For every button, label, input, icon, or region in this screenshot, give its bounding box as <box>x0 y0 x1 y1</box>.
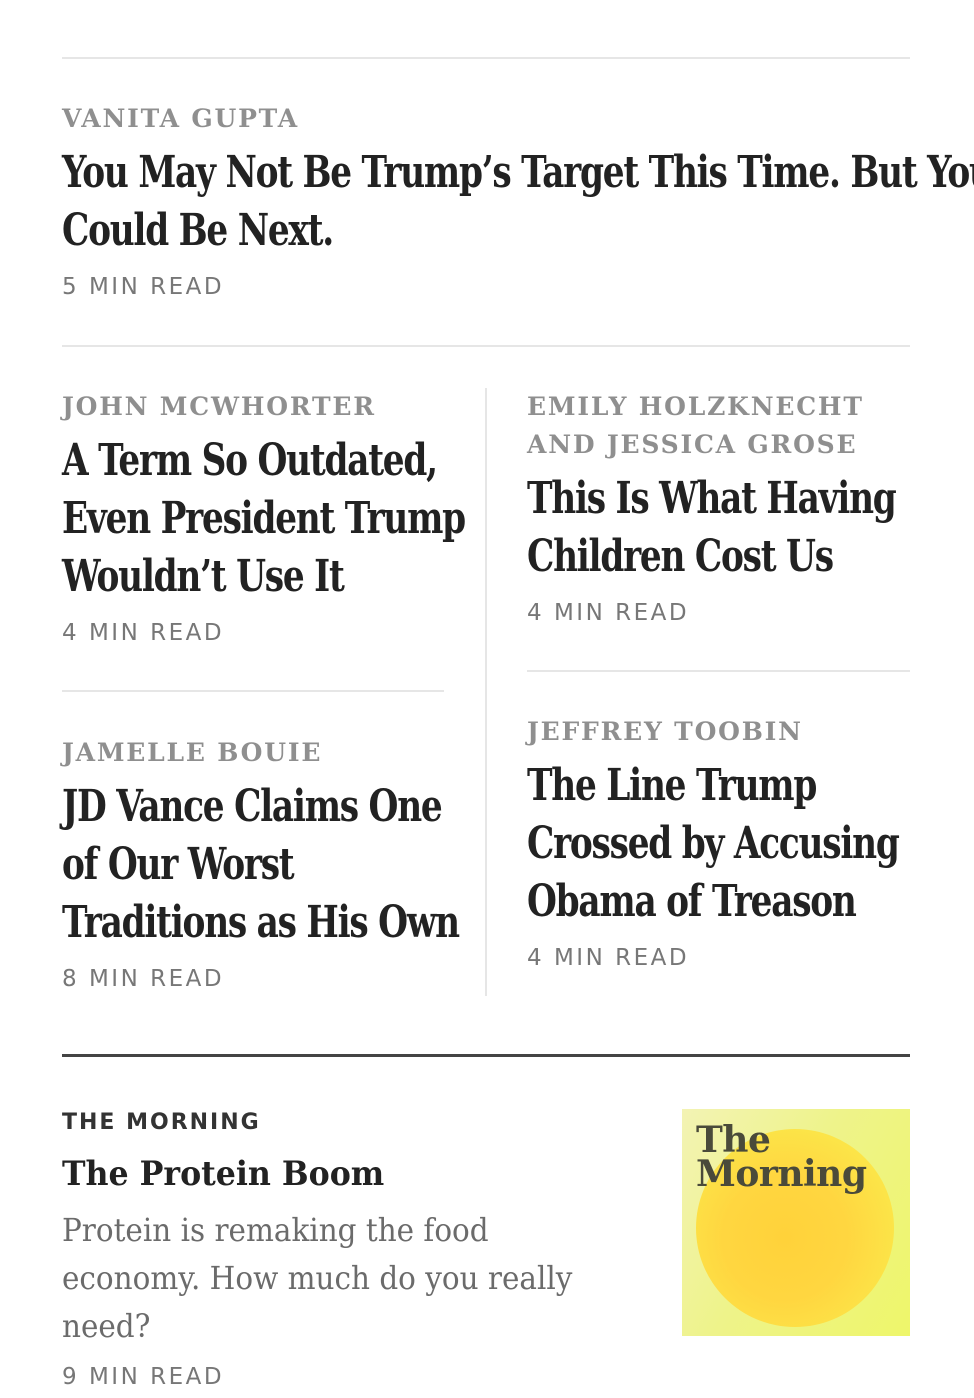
morning-section-divider <box>62 1054 910 1057</box>
author-line: EMILY HOLZKNECHT <box>527 392 864 421</box>
right-column-divider <box>527 670 910 672</box>
read-time: 5 MIN READ <box>62 274 225 300</box>
headline-line: JD Vance Claims One <box>62 781 443 832</box>
story-holzknecht-grose[interactable]: EMILY HOLZKNECHT AND JESSICA GROSE This … <box>527 388 927 628</box>
section-label[interactable]: THE MORNING <box>62 1110 261 1135</box>
headline-line: Even President Trump <box>62 493 466 544</box>
headline-line: Wouldn’t Use It <box>62 551 345 602</box>
column-divider <box>485 388 487 996</box>
morning-summary: Protein is remaking the food economy. Ho… <box>62 1211 573 1345</box>
story-headline[interactable]: This Is What Having Children Cost Us <box>527 470 897 586</box>
left-column-divider <box>62 690 444 692</box>
story-headline[interactable]: A Term So Outdated, Even President Trump… <box>62 432 466 606</box>
read-time: 9 MIN READ <box>62 1364 225 1390</box>
headline-line: You May Not Be Trump’s Target This Time.… <box>62 147 974 198</box>
headline-line: of Our Worst <box>62 839 295 890</box>
story-jeffrey-toobin[interactable]: JEFFREY TOOBIN The Line Trump Crossed by… <box>527 713 927 973</box>
author-line: AND JESSICA GROSE <box>527 430 858 459</box>
headline-line: This Is What Having <box>527 473 897 524</box>
story-author: EMILY HOLZKNECHT AND JESSICA GROSE <box>527 388 927 464</box>
headline-line: Traditions as His Own <box>62 897 460 948</box>
story-headline[interactable]: You May Not Be Trump’s Target This Time.… <box>62 144 974 260</box>
read-time: 8 MIN READ <box>62 966 225 992</box>
story-author: JOHN MCWHORTER <box>62 392 376 421</box>
headline-line: Children Cost Us <box>527 531 834 582</box>
section-divider <box>62 345 910 347</box>
story-vanita-gupta[interactable]: VANITA GUPTA You May Not Be Trump’s Targ… <box>62 100 974 302</box>
headline-line: A Term So Outdated, <box>62 435 438 486</box>
story-headline[interactable]: The Line Trump Crossed by Accusing Obama… <box>527 757 900 931</box>
read-time: 4 MIN READ <box>527 945 690 971</box>
read-time: 4 MIN READ <box>62 620 225 646</box>
story-author: JEFFREY TOOBIN <box>527 717 803 746</box>
the-morning-thumbnail[interactable]: The Morning <box>682 1109 910 1336</box>
story-jamelle-bouie[interactable]: JAMELLE BOUIE JD Vance Claims One of Our… <box>62 734 462 994</box>
headline-line: Could Be Next. <box>62 205 334 256</box>
story-author: VANITA GUPTA <box>62 104 299 133</box>
headline-line: Obama of Treason <box>527 876 857 927</box>
story-author: JAMELLE BOUIE <box>62 738 323 767</box>
the-morning-logo: The Morning <box>696 1119 867 1195</box>
morning-headline[interactable]: The Protein Boom <box>62 1154 384 1194</box>
story-john-mcwhorter[interactable]: JOHN MCWHORTER A Term So Outdated, Even … <box>62 388 466 648</box>
headline-line: Crossed by Accusing <box>527 818 900 869</box>
story-headline[interactable]: JD Vance Claims One of Our Worst Traditi… <box>62 778 460 952</box>
top-divider <box>62 57 910 59</box>
read-time: 4 MIN READ <box>527 600 690 626</box>
headline-line: The Line Trump <box>527 760 817 811</box>
